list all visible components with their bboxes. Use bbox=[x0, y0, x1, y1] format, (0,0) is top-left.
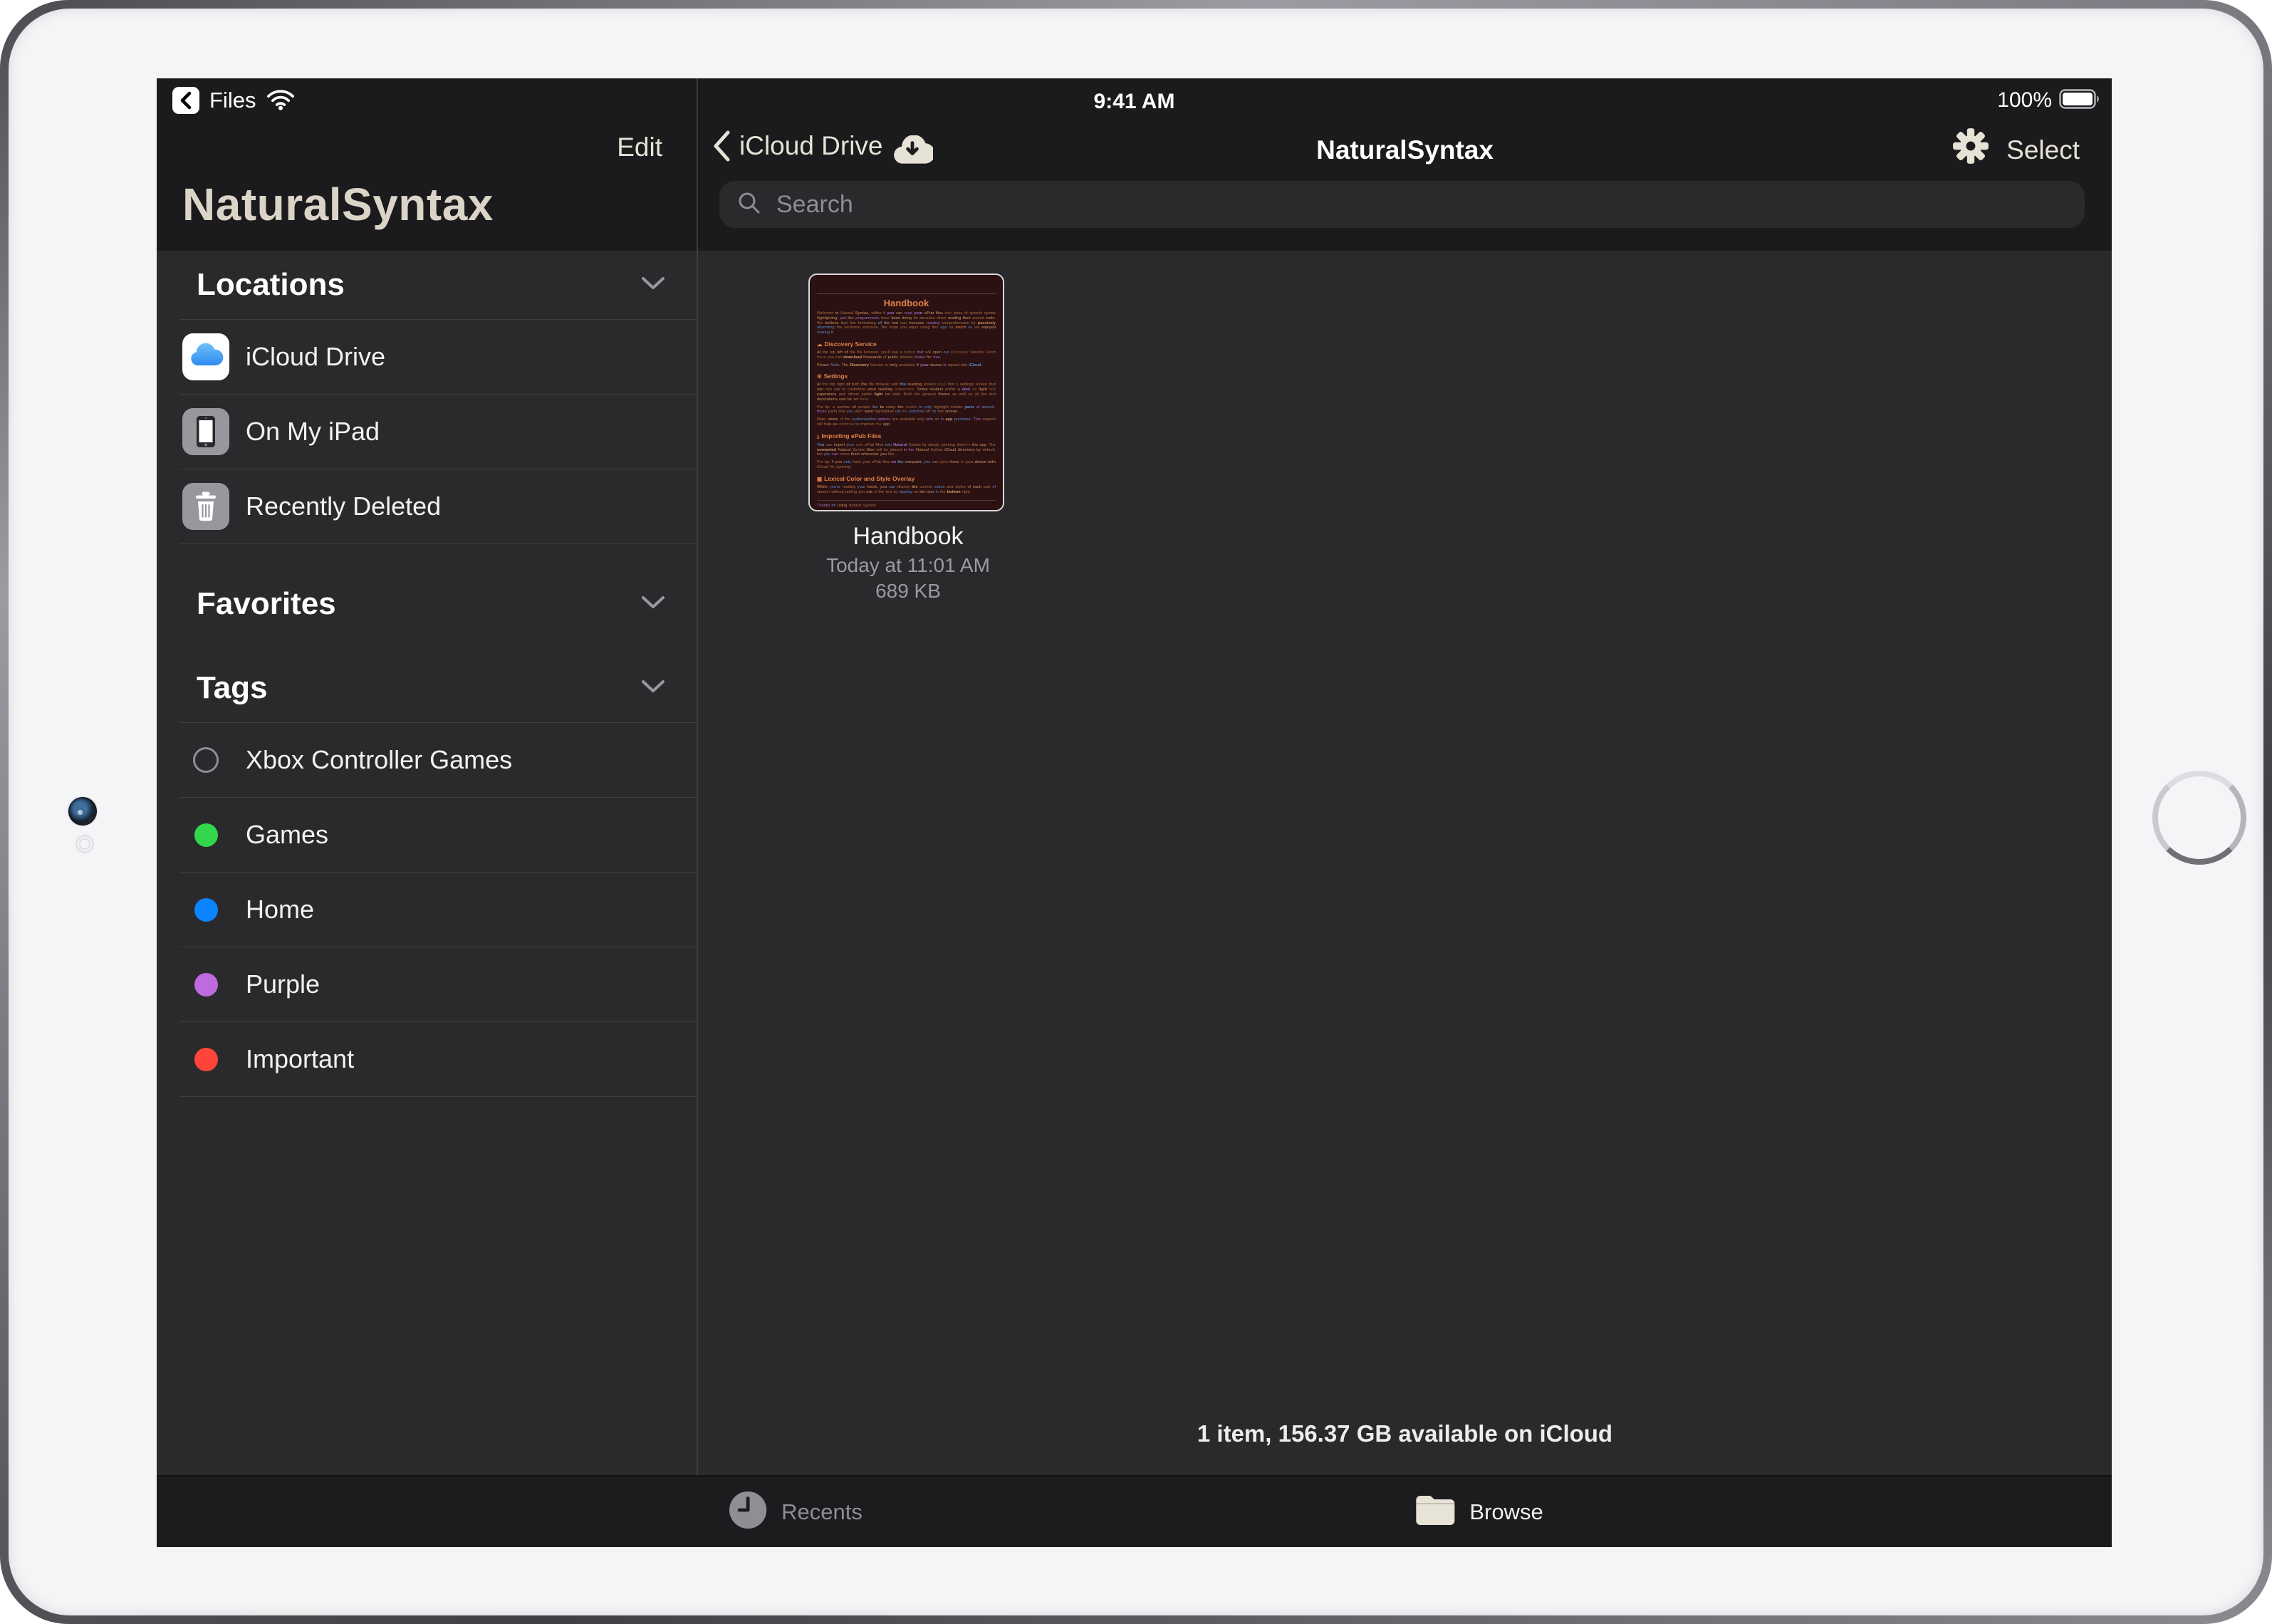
app-title: NaturalSyntax bbox=[182, 178, 494, 231]
thumbnail-paragraph: At the top left of the file browser, you… bbox=[817, 350, 996, 360]
item-label: Xbox Controller Games bbox=[246, 745, 512, 775]
search-input[interactable] bbox=[775, 190, 1917, 219]
file-name: Handbook bbox=[719, 523, 1097, 551]
thumbnail-closing: Thanks for using Natural Syntax! bbox=[817, 504, 996, 509]
sidebar: Edit NaturalSyntax Locations iCloud Drive… bbox=[157, 78, 697, 1475]
item-label: Important bbox=[246, 1044, 354, 1074]
file-thumbnail: Handbook Welcome to Natural Syntax, withi… bbox=[808, 274, 1004, 511]
ipad-device-frame: Files 9:41 AM 100% bbox=[0, 0, 2272, 1624]
tag-dot-container bbox=[182, 811, 229, 858]
tag-dot-container bbox=[182, 886, 229, 933]
thumbnail-document: Handbook Welcome to Natural Syntax, withi… bbox=[817, 275, 996, 509]
sidebar-item-home[interactable]: Home bbox=[179, 873, 697, 947]
sidebar-section-header-favorites[interactable]: Favorites bbox=[179, 570, 697, 638]
sidebar-item-on-my-ipad[interactable]: On My iPad bbox=[179, 395, 697, 469]
item-label: Recently Deleted bbox=[246, 491, 441, 521]
select-button[interactable]: Select bbox=[2006, 135, 2080, 165]
icloud-icon bbox=[182, 333, 229, 380]
chevron-down-icon bbox=[641, 595, 665, 613]
item-label: iCloud Drive bbox=[246, 342, 385, 372]
sidebar-item-xbox-controller-games[interactable]: Xbox Controller Games bbox=[179, 723, 697, 798]
edit-button[interactable]: Edit bbox=[617, 132, 662, 162]
sidebar-section-header-locations[interactable]: Locations bbox=[179, 251, 697, 320]
item-label: Purple bbox=[246, 969, 320, 999]
tag-dot-container bbox=[182, 1036, 229, 1083]
sidebar-item-purple[interactable]: Purple bbox=[179, 947, 697, 1022]
screen: Files 9:41 AM 100% bbox=[157, 78, 2112, 1547]
thumbnail-rule bbox=[817, 293, 996, 294]
storage-status: 1 item, 156.37 GB available on iCloud bbox=[698, 1420, 2112, 1447]
section-label: Favorites bbox=[197, 586, 641, 622]
thumbnail-heading-discovery-service: ☁Discovery Service bbox=[817, 340, 996, 348]
tag-color-dot bbox=[194, 823, 218, 847]
tab-bar: Recents Browse bbox=[157, 1475, 2112, 1547]
ipad-icon bbox=[182, 408, 229, 455]
download-mini-icon: ⤓ bbox=[817, 433, 819, 439]
search-bar[interactable] bbox=[719, 181, 2085, 228]
ambient-light-sensor bbox=[75, 835, 94, 853]
section-label: Locations bbox=[197, 267, 641, 303]
heading-text: Importing ePub Files bbox=[821, 432, 881, 439]
thumbnail-heading-settings: ⚙Settings bbox=[817, 373, 996, 380]
item-label: Home bbox=[246, 895, 314, 925]
sidebar-item-recently-deleted[interactable]: Recently Deleted bbox=[179, 469, 697, 544]
thumbnail-heading-importing-epub-files: ⤓Importing ePub Files bbox=[817, 432, 996, 440]
thumbnail-paragraph: Pro tip: a number of people like to setu… bbox=[817, 405, 996, 415]
tab-recents[interactable]: Recents bbox=[727, 1477, 863, 1547]
tab-browse-label: Browse bbox=[1469, 1499, 1543, 1525]
heading-text: Settings bbox=[824, 373, 848, 380]
item-label: Games bbox=[246, 820, 328, 850]
sidebar-item-games[interactable]: Games bbox=[179, 798, 697, 873]
folder-icon bbox=[1414, 1493, 1457, 1531]
heading-text: Discovery Service bbox=[825, 340, 877, 348]
thumbnail-heading-lexical-color-and-style-overlay: ▦Lexical Color and Style Overlay bbox=[817, 475, 996, 482]
file-size: 689 KB bbox=[719, 580, 1097, 603]
cloud-mini-icon: ☁ bbox=[817, 341, 823, 348]
trash-icon bbox=[182, 483, 229, 530]
main-panel: iCloud Drive NaturalSyntax bbox=[698, 78, 2112, 1475]
heading-text: Lexical Color and Style Overlay bbox=[824, 475, 914, 482]
tag-color-dot bbox=[194, 973, 218, 996]
thumbnail-paragraph: While you're reading your book, you can … bbox=[817, 485, 996, 495]
thumbnail-paragraph: Note: some of the customization options … bbox=[817, 417, 996, 427]
sidebar-item-icloud-drive[interactable]: iCloud Drive bbox=[179, 320, 697, 395]
settings-gear-icon[interactable] bbox=[1951, 127, 1990, 169]
sidebar-sections: Locations iCloud Drive On My iPad Recently … bbox=[179, 251, 697, 1097]
folder-title: NaturalSyntax bbox=[698, 135, 2112, 165]
tag-color-dot bbox=[193, 747, 219, 773]
sidebar-item-important[interactable]: Important bbox=[179, 1022, 697, 1097]
search-icon bbox=[736, 190, 762, 219]
thumbnail-paragraph: Pro tip: If you only have your ePub file… bbox=[817, 460, 996, 470]
thumbnail-paragraph: You can import your own ePub files into … bbox=[817, 443, 996, 457]
thumbnail-title: Handbook bbox=[817, 298, 996, 308]
sidebar-section-header-tags[interactable]: Tags bbox=[179, 654, 697, 723]
file-modified-date: Today at 11:01 AM bbox=[719, 554, 1097, 577]
chevron-down-icon bbox=[641, 680, 665, 697]
thumbnail-paragraph: At the top right of both the file browse… bbox=[817, 382, 996, 402]
tag-dot-container bbox=[182, 961, 229, 1008]
tab-browse[interactable]: Browse bbox=[1414, 1477, 1543, 1547]
section-label: Tags bbox=[197, 670, 641, 706]
thumbnail-paragraph: Please Note: The Discovery Service is on… bbox=[817, 363, 996, 368]
thumbnail-paragraph: Welcome to Natural Syntax, within it you… bbox=[817, 311, 996, 335]
tag-dot-container bbox=[182, 736, 229, 784]
clock-icon bbox=[727, 1489, 768, 1534]
grid-mini-icon: ▦ bbox=[817, 476, 822, 482]
front-camera bbox=[68, 797, 97, 826]
item-label: On My iPad bbox=[246, 417, 380, 447]
navigation-bar: iCloud Drive NaturalSyntax bbox=[698, 78, 2112, 179]
tab-recents-label: Recents bbox=[781, 1499, 863, 1525]
chevron-down-icon bbox=[641, 276, 665, 294]
tag-color-dot bbox=[194, 898, 218, 922]
tag-color-dot bbox=[194, 1048, 218, 1071]
page: Files 9:41 AM 100% bbox=[0, 0, 2272, 1624]
gear-mini-icon: ⚙ bbox=[817, 373, 822, 380]
home-button[interactable] bbox=[2152, 771, 2246, 865]
thumbnail-rule bbox=[817, 500, 996, 501]
